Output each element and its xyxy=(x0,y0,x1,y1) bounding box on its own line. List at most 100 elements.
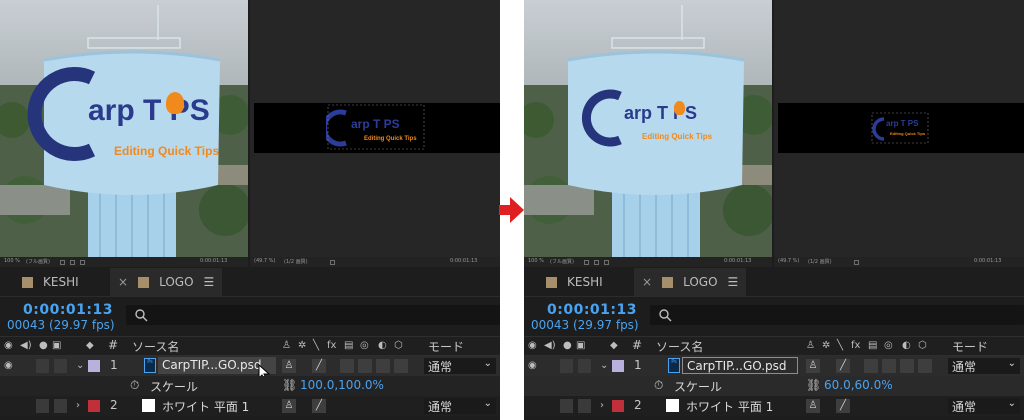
shy-icon[interactable]: ♙ xyxy=(806,340,815,351)
layer-name[interactable]: ホワイト 平面 1 xyxy=(686,398,773,415)
layer-resolution[interactable]: (1/2 画質) xyxy=(284,258,308,265)
blend-mode-select[interactable]: 通常 ⌄ xyxy=(948,398,1020,414)
label-color[interactable] xyxy=(88,360,100,372)
quality-switch[interactable]: ╱ xyxy=(836,399,850,413)
mask-icon[interactable] xyxy=(594,260,599,265)
switch[interactable] xyxy=(882,359,896,373)
motion-blur-icon[interactable]: ◎ xyxy=(884,340,893,351)
eye-icon[interactable]: ◉ xyxy=(528,340,537,351)
blend-mode-select[interactable]: 通常 ⌄ xyxy=(948,358,1020,374)
quality-switch[interactable]: ╱ xyxy=(836,359,850,373)
solo-icon[interactable]: ● xyxy=(39,340,48,351)
layer-row[interactable]: › 2 ホワイト 平面 1 ♙ ╱ 通常 ⌄ xyxy=(524,396,1024,416)
source-name-column[interactable]: ソース名 xyxy=(132,338,179,355)
mask-icon[interactable] xyxy=(70,260,75,265)
layer-name[interactable]: CarpTIP...GO.psd xyxy=(682,357,798,374)
blend-mode-select[interactable]: 通常 ⌄ xyxy=(424,358,496,374)
tab-keshi[interactable]: KESHI xyxy=(22,268,79,296)
solo-toggle[interactable] xyxy=(36,359,49,373)
composition-viewer[interactable]: arp T PS Editing Quick Tips xyxy=(0,0,248,257)
label-icon[interactable]: ◆ xyxy=(610,340,618,351)
layer-row[interactable]: ◉ ⌄ 1 Ps CarpTIP...GO.psd ♙ ╱ 通常 ⌄ xyxy=(524,356,1024,376)
eye-icon[interactable]: ◉ xyxy=(4,360,13,371)
zoom-level[interactable]: 100 % xyxy=(4,258,20,264)
3d-layer-icon[interactable]: ⬡ xyxy=(918,340,927,351)
shy-icon[interactable]: ♙ xyxy=(282,340,291,351)
scale-value[interactable]: 60.0,60.0% xyxy=(824,378,893,392)
grid-icon[interactable] xyxy=(60,260,65,265)
switch[interactable] xyxy=(340,359,354,373)
close-icon[interactable]: × xyxy=(118,275,128,289)
current-time[interactable]: 0:00:01:13 xyxy=(23,302,113,318)
tab-logo[interactable]: × LOGO ☰ xyxy=(110,268,223,296)
label-color[interactable] xyxy=(88,400,100,412)
layer-grid-icon[interactable] xyxy=(854,260,859,265)
quality-switch[interactable]: ╱ xyxy=(312,399,326,413)
layer-zoom-level[interactable]: (49.7 %) xyxy=(254,258,275,264)
blend-mode-select[interactable]: 通常 ⌄ xyxy=(424,398,496,414)
collapse-icon[interactable]: ✲ xyxy=(298,340,306,351)
switch[interactable] xyxy=(376,359,390,373)
search-input[interactable] xyxy=(650,305,1024,325)
lock-toggle[interactable] xyxy=(578,399,591,413)
zoom-level[interactable]: 100 % xyxy=(528,258,544,264)
quality-switch[interactable]: ╱ xyxy=(312,359,326,373)
switch[interactable] xyxy=(864,359,878,373)
menu-icon[interactable]: ☰ xyxy=(204,275,215,289)
layer-viewer[interactable]: arp T PS Editing Quick Tips xyxy=(774,0,1024,257)
chevron-down-icon[interactable]: ⌄ xyxy=(600,360,608,371)
layer-row[interactable]: › 2 ホワイト 平面 1 ♙ ╱ 通常 ⌄ xyxy=(0,396,500,416)
shy-switch[interactable]: ♙ xyxy=(282,399,296,413)
chevron-right-icon[interactable]: › xyxy=(600,400,604,411)
grid-icon[interactable] xyxy=(584,260,589,265)
lock-toggle[interactable] xyxy=(54,399,67,413)
lock-icon[interactable]: ▣ xyxy=(576,340,585,351)
stopwatch-icon[interactable]: ⏱ xyxy=(654,378,663,393)
adjustment-icon[interactable]: ◐ xyxy=(902,340,911,351)
3d-layer-icon[interactable]: ⬡ xyxy=(394,340,403,351)
switch[interactable] xyxy=(358,359,372,373)
layer-resolution[interactable]: (1/2 画質) xyxy=(808,258,832,265)
adjustment-icon[interactable]: ◐ xyxy=(378,340,387,351)
solo-icon[interactable]: ● xyxy=(563,340,572,351)
lock-icon[interactable]: ▣ xyxy=(52,340,61,351)
constrain-proportions-icon[interactable]: ⛓ xyxy=(282,378,297,392)
resolution[interactable]: (フル画質) xyxy=(550,258,574,265)
eye-icon[interactable]: ◉ xyxy=(4,340,13,351)
effects-icon[interactable]: fx xyxy=(327,340,336,351)
search-input[interactable] xyxy=(126,305,500,325)
layer-zoom-level[interactable]: (49.7 %) xyxy=(778,258,799,264)
audio-icon[interactable]: ◀) xyxy=(20,340,32,351)
layer-viewer[interactable]: arp T PS Editing Quick Tips xyxy=(250,0,500,257)
switch[interactable] xyxy=(900,359,914,373)
label-icon[interactable]: ◆ xyxy=(86,340,94,351)
quality-icon[interactable]: ╲ xyxy=(837,340,843,351)
eye-icon[interactable]: ◉ xyxy=(528,360,537,371)
tab-keshi[interactable]: KESHI xyxy=(546,268,603,296)
frame-blend-icon[interactable]: ▤ xyxy=(868,340,877,351)
scale-value[interactable]: 100.0,100.0% xyxy=(300,378,384,392)
effects-icon[interactable]: fx xyxy=(851,340,860,351)
source-name-column[interactable]: ソース名 xyxy=(656,338,703,355)
chevron-right-icon[interactable]: › xyxy=(76,400,80,411)
menu-icon[interactable]: ☰ xyxy=(728,275,739,289)
property-row[interactable]: ⏱ スケール ⛓ 60.0,60.0% xyxy=(524,376,1024,396)
stopwatch-icon[interactable]: ⏱ xyxy=(130,378,139,393)
constrain-proportions-icon[interactable]: ⛓ xyxy=(806,378,821,392)
property-row[interactable]: ⏱ スケール ⛓ 100.0,100.0% xyxy=(0,376,500,396)
close-icon[interactable]: × xyxy=(642,275,652,289)
label-color[interactable] xyxy=(612,400,624,412)
solo-toggle[interactable] xyxy=(36,399,49,413)
current-time[interactable]: 0:00:01:13 xyxy=(547,302,637,318)
shy-switch[interactable]: ♙ xyxy=(806,399,820,413)
collapse-icon[interactable]: ✲ xyxy=(822,340,830,351)
lock-toggle[interactable] xyxy=(54,359,67,373)
frame-blend-icon[interactable]: ▤ xyxy=(344,340,353,351)
layer-name[interactable]: ホワイト 平面 1 xyxy=(162,398,249,415)
composition-viewer[interactable]: arp T PS Editing Quick Tips xyxy=(524,0,772,257)
label-color[interactable] xyxy=(612,360,624,372)
solo-toggle[interactable] xyxy=(560,399,573,413)
motion-blur-icon[interactable]: ◎ xyxy=(360,340,369,351)
camera-icon[interactable] xyxy=(80,260,85,265)
chevron-down-icon[interactable]: ⌄ xyxy=(76,360,84,371)
